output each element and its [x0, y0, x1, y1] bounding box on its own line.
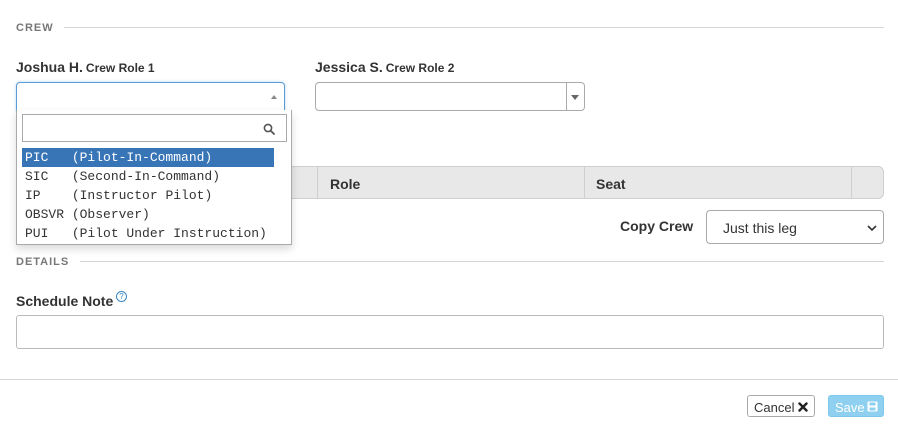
crew1-role-select[interactable] — [16, 82, 285, 111]
crew1-label: Joshua H. Crew Role 1 — [16, 59, 155, 75]
crew1-role-label: Crew Role 1 — [85, 61, 155, 75]
close-icon — [798, 402, 808, 412]
column-header-seat[interactable]: Seat — [596, 176, 626, 192]
dropdown-options: PIC (Pilot-In-Command) SIC (Second-In-Co… — [22, 148, 274, 243]
chevron-down-icon[interactable] — [571, 95, 579, 100]
crew2-role-select[interactable] — [315, 82, 585, 111]
save-label: Save — [835, 400, 865, 415]
crew2-role-label: Crew Role 2 — [385, 61, 455, 75]
search-icon — [263, 123, 275, 135]
copy-crew-label: Copy Crew — [620, 218, 694, 234]
details-section-divider — [80, 261, 884, 262]
dropdown-option-ip[interactable]: IP (Instructor Pilot) — [22, 186, 274, 205]
cancel-label: Cancel — [754, 400, 795, 415]
save-button[interactable]: Save — [828, 395, 884, 417]
crew2-name: Jessica S. — [315, 59, 383, 75]
column-divider — [317, 167, 318, 198]
chevron-up-icon — [271, 95, 277, 99]
schedule-note-label: Schedule Note — [16, 293, 114, 309]
crew1-role-dropdown: PIC (Pilot-In-Command) SIC (Second-In-Co… — [16, 110, 292, 245]
details-section-title: DETAILS — [16, 256, 70, 268]
dropdown-option-pui[interactable]: PUI (Pilot Under Instruction) — [22, 224, 274, 243]
column-header-role[interactable]: Role — [330, 176, 360, 192]
select-separator — [566, 83, 567, 110]
copy-crew-select[interactable]: Just this leg — [706, 210, 884, 244]
crew2-label: Jessica S. Crew Role 2 — [315, 59, 454, 75]
help-icon[interactable]: ? — [116, 291, 127, 302]
crew-section-divider — [64, 27, 884, 28]
dropdown-option-pic[interactable]: PIC (Pilot-In-Command) — [22, 148, 274, 167]
crew1-name: Joshua H. — [16, 59, 83, 75]
dropdown-search-input[interactable] — [22, 114, 287, 142]
crew-table-header: Role Seat — [286, 166, 884, 199]
copy-crew-value: Just this leg — [723, 220, 797, 236]
footer-divider — [0, 379, 898, 380]
column-divider — [851, 167, 852, 198]
chevron-down-icon — [867, 225, 877, 232]
column-divider — [584, 167, 585, 198]
floppy-disk-icon — [867, 401, 878, 412]
cancel-button[interactable]: Cancel — [747, 395, 815, 417]
dropdown-option-obsvr[interactable]: OBSVR (Observer) — [22, 205, 274, 224]
dropdown-option-sic[interactable]: SIC (Second-In-Command) — [22, 167, 274, 186]
schedule-note-input[interactable] — [16, 315, 884, 349]
crew-section-title: CREW — [16, 22, 54, 34]
